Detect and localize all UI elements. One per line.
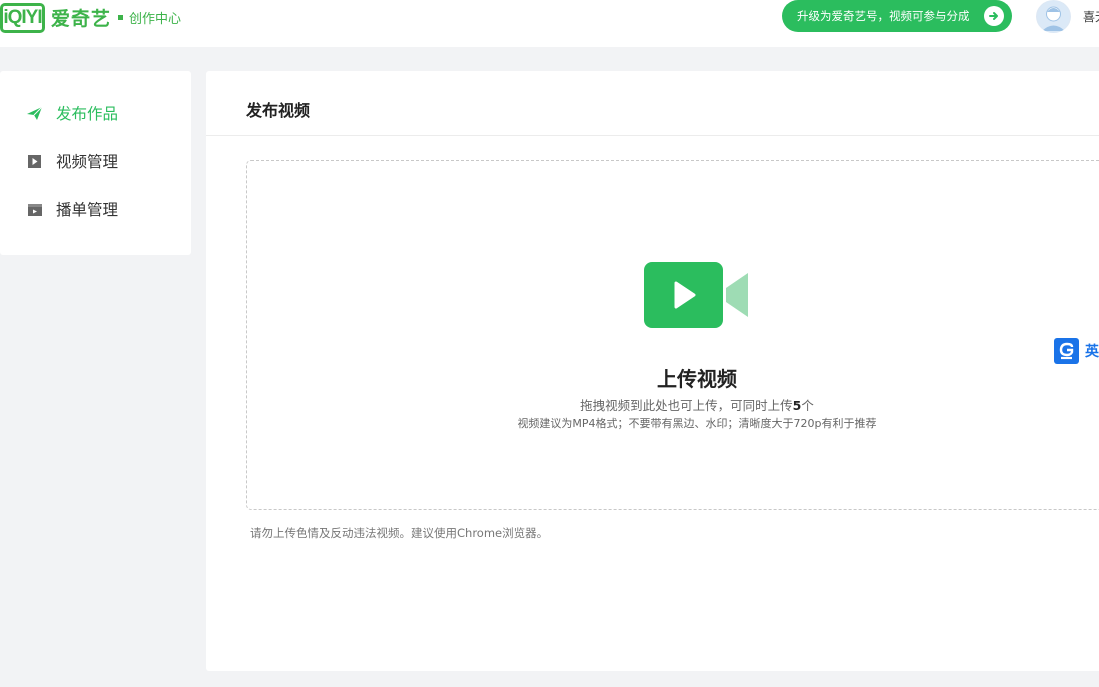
floating-translate-badge[interactable]: 英	[1053, 337, 1099, 365]
logo-subtitle: 创作中心	[129, 12, 182, 27]
paper-plane-icon	[26, 105, 43, 122]
title-divider	[206, 135, 1099, 136]
sidebar-item-label: 播单管理	[56, 201, 119, 219]
translate-g-icon	[1054, 338, 1079, 364]
upload-title: 上传视频	[657, 367, 737, 391]
sidebar-item-video-manage[interactable]: 视频管理	[0, 137, 191, 185]
arrow-right-icon	[984, 6, 1004, 26]
top-header: iQIYI 爱奇艺 创作中心 升级为爱奇艺号，视频可参与分成 喜无	[0, 0, 1099, 47]
logo[interactable]: iQIYI 爱奇艺 创作中心	[0, 2, 181, 33]
sidebar-item-publish[interactable]: 发布作品	[0, 89, 191, 137]
user-name[interactable]: 喜无	[1083, 8, 1099, 25]
sidebar-item-label: 视频管理	[56, 153, 119, 171]
upgrade-button[interactable]: 升级为爱奇艺号，视频可参与分成	[782, 0, 1012, 32]
play-square-icon	[26, 153, 43, 170]
sidebar-item-label: 发布作品	[56, 105, 119, 123]
logo-dot-separator	[118, 15, 124, 20]
page-title: 发布视频	[246, 101, 311, 120]
upload-hint-prefix: 拖拽视频到此处也可上传，可同时上传	[580, 398, 793, 413]
upload-hint: 拖拽视频到此处也可上传，可同时上传5个	[247, 395, 1099, 414]
upload-recommendation: 视频建议为MP4格式；不要带有黑边、水印；清晰度大于720p有利于推荐	[517, 417, 877, 430]
sidebar-item-playlist-manage[interactable]: 播单管理	[0, 185, 191, 233]
upgrade-button-label: 升级为爱奇艺号，视频可参与分成	[797, 9, 970, 23]
video-camera-icon	[644, 262, 749, 330]
iqiyi-logo-badge: iQIYI	[0, 2, 45, 33]
folder-icon	[26, 201, 43, 218]
upload-dropzone[interactable]: 上传视频 拖拽视频到此处也可上传，可同时上传5个 视频建议为MP4格式；不要带有…	[246, 160, 1099, 510]
translate-badge-text: 英	[1085, 344, 1099, 360]
logo-brand-name: 爱奇艺	[51, 8, 112, 30]
upload-hint-suffix: 个	[801, 398, 814, 413]
upload-notice: 请勿上传色情及反动违法视频。建议使用Chrome浏览器。	[250, 526, 549, 540]
main-panel: 发布视频 上传视频 拖拽视频到此处也可上传，可同时上传5个 视频建议为MP4格式…	[206, 71, 1099, 671]
sidebar: 发布作品 视频管理 播单管理	[0, 71, 191, 255]
avatar[interactable]	[1036, 0, 1071, 33]
